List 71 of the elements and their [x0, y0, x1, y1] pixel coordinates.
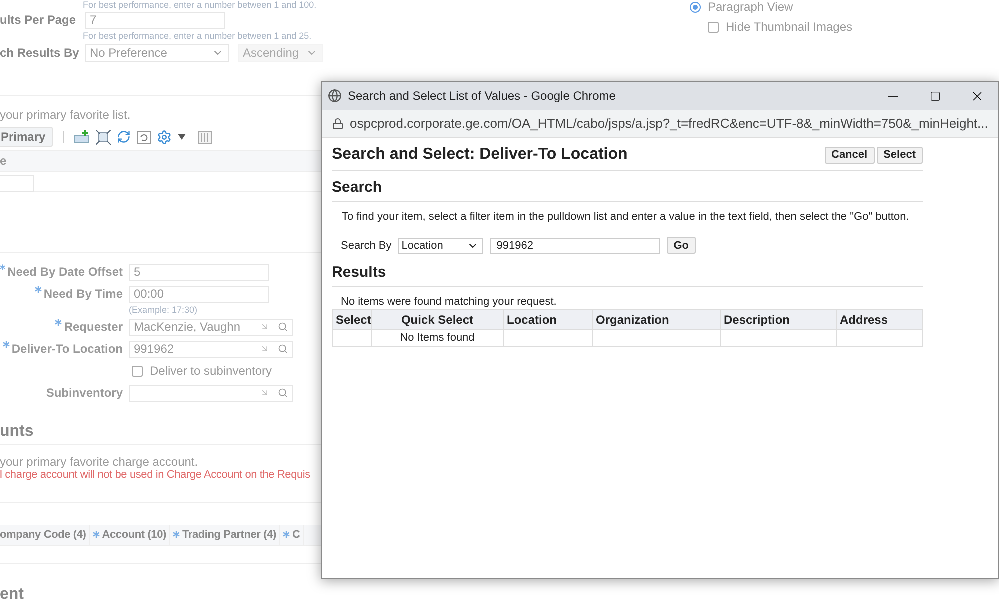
field-label: ults Per Page [0, 13, 76, 27]
field-label: Search By [341, 240, 392, 252]
checkbox[interactable] [708, 22, 719, 32]
lock-icon [332, 118, 344, 130]
results-message: No items were found matching your request. [340, 295, 558, 309]
caret-icon[interactable] [178, 134, 186, 140]
field-label: Subinventory [46, 386, 123, 400]
column-header: Account (10) [102, 529, 166, 541]
instructions-text: To find your item, select a filter item in the pulldown list and enter a value in the text field, then select the "Go" button. [341, 210, 910, 223]
info-text: your primary favorite charge account. [0, 455, 198, 469]
column-header: Select [333, 310, 372, 330]
search-field[interactable]: 991962 [490, 238, 660, 254]
column-header: Address [837, 310, 923, 330]
column-header: C [292, 529, 300, 541]
dialog-button[interactable]: Select [876, 146, 923, 164]
search-icon[interactable] [278, 322, 288, 332]
column-header: ompany Code (4) [0, 529, 86, 541]
column-header: Organization [593, 310, 721, 330]
maximize-icon [930, 90, 940, 102]
input-field[interactable]: 7 [85, 12, 225, 28]
column-header: Location [504, 310, 593, 330]
input-field[interactable]: 00:00 [129, 286, 269, 302]
field-label: Deliver-To Location [12, 342, 123, 356]
refresh-icon[interactable] [116, 130, 131, 144]
search-icon[interactable] [278, 344, 288, 354]
field-hint: (Example: 17:30) [129, 305, 198, 315]
option-label: Paragraph View [708, 0, 794, 14]
input-field[interactable]: 5 [129, 264, 269, 280]
column-header: e [0, 154, 7, 168]
dialog-title: Search and Select: Deliver-To Location [332, 146, 628, 164]
add-row-icon[interactable] [74, 130, 90, 144]
table-cell: No Items found [372, 330, 504, 346]
column-header: Description [721, 310, 837, 330]
sort-select[interactable]: No Preference [85, 44, 229, 62]
warning-text: l charge account will not be used in Charge Account on the Requis [0, 469, 310, 481]
arrow-icon[interactable] [260, 344, 270, 354]
column-header: Trading Partner (4) [182, 529, 276, 541]
hint-text: For best performance, enter a number between 1 and 25. [83, 31, 312, 41]
section-heading: unts [0, 423, 35, 441]
search-icon[interactable] [278, 388, 288, 398]
column-header: Quick Select [372, 310, 504, 330]
checkbox-label: Deliver to subinventory [150, 364, 272, 378]
go-button[interactable]: Go [666, 237, 696, 254]
section-heading: Search [332, 171, 923, 202]
radio-button[interactable] [690, 2, 701, 12]
arrow-icon[interactable] [260, 322, 270, 332]
address-url: ospcprod.corporate.ge.com/OA_HTML/cabo/jsps/a.jsp?_t=fredRC&enc=UTF-8&_minWidth=750&_minHeight... [350, 116, 988, 131]
dialog-button[interactable]: Cancel [824, 146, 875, 164]
info-text: your primary favorite list. [0, 108, 131, 122]
option-label: Hide Thumbnail Images [726, 20, 853, 34]
lookup-field[interactable]: 991962 [129, 340, 293, 358]
checkbox[interactable] [132, 366, 143, 376]
arrow-icon[interactable] [260, 388, 270, 398]
search-by-select[interactable]: Location [398, 238, 483, 254]
expand-icon[interactable] [96, 130, 111, 144]
field-label: Need By Time [44, 287, 123, 301]
field-label: Requester [64, 320, 123, 334]
section-heading: ent [0, 586, 25, 604]
field-label: Need By Date Offset [8, 265, 123, 279]
window-title: Search and Select List of Values - Google Chrome [348, 89, 616, 103]
globe-icon [328, 89, 342, 103]
hint-text: For best performance, enter a number between 1 and 100. [83, 0, 317, 10]
settings-icon[interactable] [156, 130, 172, 144]
order-select: Ascending [238, 44, 323, 62]
input-field[interactable] [0, 175, 34, 192]
primary-button[interactable]: Primary [0, 127, 53, 147]
window-icon[interactable] [136, 130, 151, 144]
columns-icon[interactable] [198, 130, 212, 144]
section-heading: Results [332, 254, 923, 287]
lookup-field[interactable] [129, 384, 293, 402]
lookup-field[interactable]: MacKenzie, Vaughn [129, 318, 293, 336]
